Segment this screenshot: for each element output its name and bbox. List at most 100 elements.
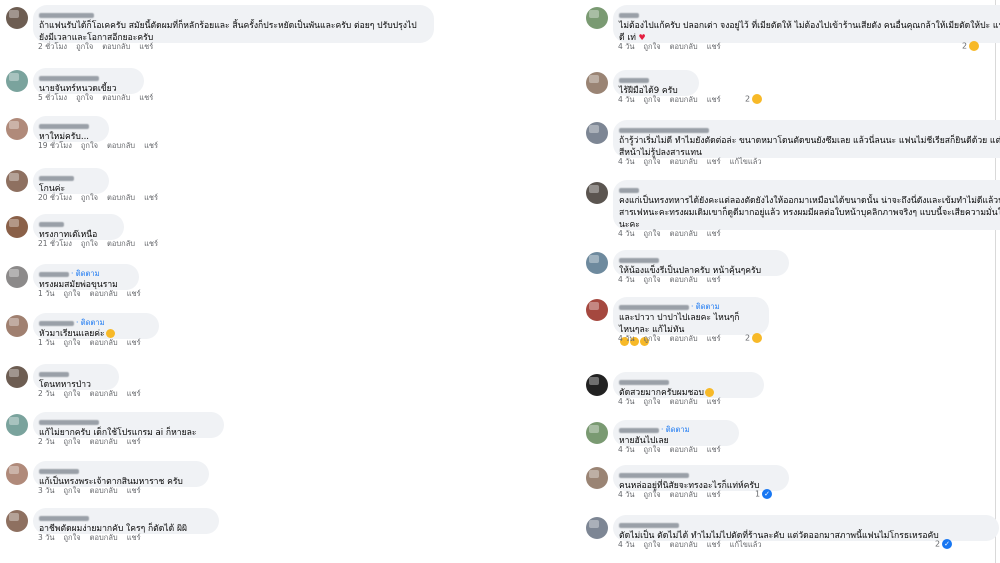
comment-timestamp[interactable]: 2 วัน [38,437,55,446]
author-name[interactable] [39,173,99,183]
author-name[interactable] [39,121,99,131]
share-button[interactable]: แชร์ [127,486,141,495]
comment-timestamp[interactable]: 4 วัน [618,95,635,104]
avatar[interactable] [586,517,608,539]
avatar[interactable] [6,315,28,337]
share-button[interactable]: แชร์ [707,540,721,549]
comment-timestamp[interactable]: 1 วัน [38,289,55,298]
comment-timestamp[interactable]: 19 ชั่วโมง [38,141,72,150]
follow-link[interactable]: · ติดตาม [691,302,720,311]
author-name[interactable] [39,73,134,83]
avatar[interactable] [6,463,28,485]
avatar[interactable] [6,216,28,238]
share-button[interactable]: แชร์ [127,437,141,446]
avatar[interactable] [586,72,608,94]
avatar[interactable] [586,422,608,444]
comment-timestamp[interactable]: 4 วัน [618,42,635,51]
avatar[interactable] [6,7,28,29]
share-button[interactable]: แชร์ [144,141,158,150]
reply-button[interactable]: ตอบกลับ [90,533,118,542]
author-name[interactable] [619,125,1000,135]
avatar[interactable] [6,510,28,532]
author-name[interactable]: · ติดตาม [39,318,149,328]
reply-button[interactable]: ตอบกลับ [670,397,698,406]
author-name[interactable] [619,470,779,480]
like-button[interactable]: ถูกใจ [644,490,661,499]
reaction-count[interactable]: 2 [745,333,763,343]
comment-timestamp[interactable]: 20 ชั่วโมง [38,193,72,202]
like-button[interactable]: ถูกใจ [64,338,81,347]
reply-button[interactable]: ตอบกลับ [90,486,118,495]
comment-timestamp[interactable]: 2 วัน [38,389,55,398]
comment-timestamp[interactable]: 21 ชั่วโมง [38,239,72,248]
avatar[interactable] [586,252,608,274]
avatar[interactable] [6,118,28,140]
avatar[interactable] [6,170,28,192]
share-button[interactable]: แชร์ [707,229,721,238]
author-name[interactable] [619,377,754,387]
comment-timestamp[interactable]: 3 วัน [38,533,55,542]
reply-button[interactable]: ตอบกลับ [102,93,130,102]
share-button[interactable]: แชร์ [127,533,141,542]
share-button[interactable]: แชร์ [707,157,721,166]
avatar[interactable] [586,122,608,144]
like-button[interactable]: ถูกใจ [644,540,661,549]
reply-button[interactable]: ตอบกลับ [90,389,118,398]
avatar[interactable] [586,467,608,489]
reply-button[interactable]: ตอบกลับ [670,95,698,104]
author-name[interactable] [619,75,689,85]
avatar[interactable] [586,7,608,29]
reply-button[interactable]: ตอบกลับ [670,42,698,51]
share-button[interactable]: แชร์ [144,193,158,202]
author-name[interactable]: · ติดตาม [619,302,759,312]
follow-link[interactable]: · ติดตาม [661,425,690,434]
comment-timestamp[interactable]: 1 วัน [38,338,55,347]
author-name[interactable] [619,255,779,265]
share-button[interactable]: แชร์ [127,289,141,298]
like-button[interactable]: ถูกใจ [64,533,81,542]
share-button[interactable]: แชร์ [707,334,721,343]
reaction-count[interactable]: 2 [962,41,980,51]
share-button[interactable]: แชร์ [707,490,721,499]
comment-timestamp[interactable]: 3 วัน [38,486,55,495]
reply-button[interactable]: ตอบกลับ [90,338,118,347]
comment-timestamp[interactable]: 2 ชั่วโมง [38,42,67,51]
reply-button[interactable]: ตอบกลับ [107,239,135,248]
author-name[interactable] [39,513,209,523]
share-button[interactable]: แชร์ [127,389,141,398]
avatar[interactable] [6,266,28,288]
reaction-count[interactable]: 2 ✓ [935,539,953,549]
like-button[interactable]: ถูกใจ [644,95,661,104]
reply-button[interactable]: ตอบกลับ [670,229,698,238]
reply-button[interactable]: ตอบกลับ [670,157,698,166]
author-name[interactable] [619,10,1000,20]
reply-button[interactable]: ตอบกลับ [90,437,118,446]
author-name[interactable] [39,10,424,20]
reply-button[interactable]: ตอบกลับ [670,275,698,284]
reply-button[interactable]: ตอบกลับ [90,289,118,298]
share-button[interactable]: แชร์ [707,42,721,51]
avatar[interactable] [586,299,608,321]
comment-timestamp[interactable]: 5 ชั่วโมง [38,93,67,102]
comment-timestamp[interactable]: 4 วัน [618,397,635,406]
like-button[interactable]: ถูกใจ [644,229,661,238]
like-button[interactable]: ถูกใจ [644,397,661,406]
author-name[interactable]: · ติดตาม [39,269,129,279]
comment-timestamp[interactable]: 4 วัน [618,157,635,166]
like-button[interactable]: ถูกใจ [64,437,81,446]
author-name[interactable] [39,369,109,379]
comment-timestamp[interactable]: 4 วัน [618,445,635,454]
like-button[interactable]: ถูกใจ [644,445,661,454]
like-button[interactable]: ถูกใจ [76,42,93,51]
like-button[interactable]: ถูกใจ [81,239,98,248]
like-button[interactable]: ถูกใจ [64,486,81,495]
like-button[interactable]: ถูกใจ [644,275,661,284]
like-button[interactable]: ถูกใจ [64,289,81,298]
reply-button[interactable]: ตอบกลับ [670,490,698,499]
comment-timestamp[interactable]: 4 วัน [618,229,635,238]
share-button[interactable]: แชร์ [707,445,721,454]
like-button[interactable]: ถูกใจ [81,141,98,150]
author-name[interactable] [39,466,199,476]
avatar[interactable] [586,182,608,204]
reply-button[interactable]: ตอบกลับ [107,141,135,150]
